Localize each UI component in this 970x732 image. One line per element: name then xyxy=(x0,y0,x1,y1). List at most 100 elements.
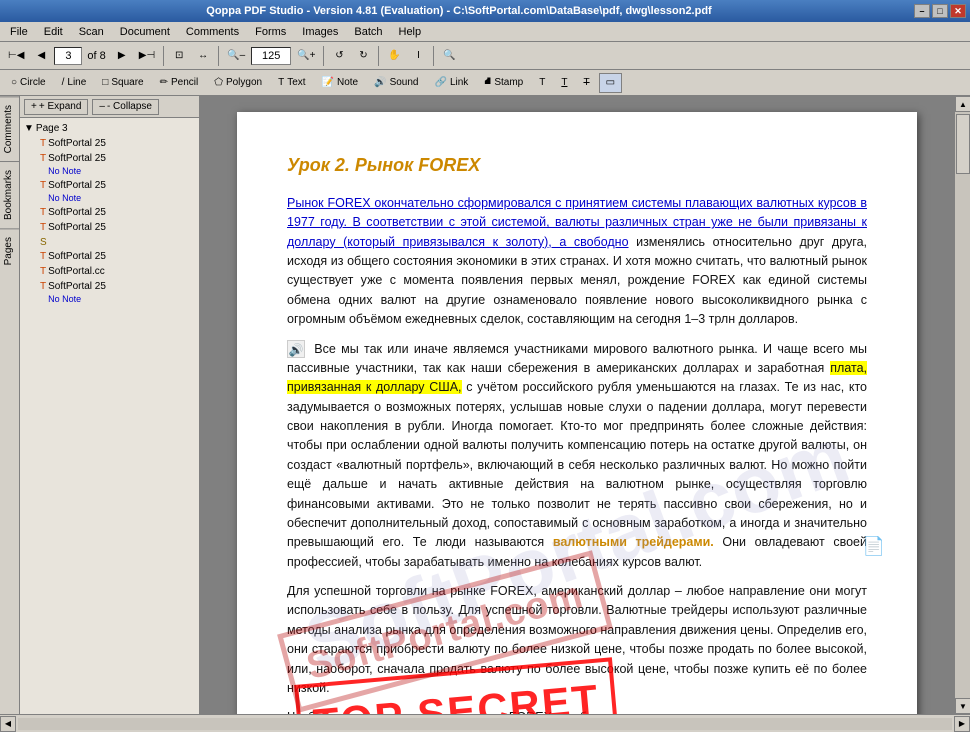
scroll-thumb[interactable] xyxy=(956,114,970,174)
search-button[interactable]: 🔍 xyxy=(438,45,460,67)
annotation-type-icon: T xyxy=(40,251,46,262)
panel-header: + + Expand – - Collapse xyxy=(20,96,199,118)
separator-1 xyxy=(163,46,164,66)
fit-width-button[interactable]: ↔ xyxy=(192,45,214,67)
annotation-type-icon: T xyxy=(40,266,46,277)
list-item[interactable]: T SoftPortal 25 xyxy=(40,206,195,219)
line-tool-button[interactable]: / Line xyxy=(55,73,94,93)
scroll-track[interactable] xyxy=(955,112,970,698)
orange-highlighted-text: валютными трейдерами. xyxy=(553,535,714,549)
stamp-tool-button[interactable]: ⛘ Stamp xyxy=(477,73,530,93)
list-item[interactable]: S xyxy=(40,236,195,248)
panel-tree: ▼ Page 3 T SoftPortal 25 T SoftPortal 25… xyxy=(20,118,199,714)
menu-item-scan[interactable]: Scan xyxy=(71,24,112,40)
hscroll-track[interactable] xyxy=(18,718,952,730)
zoom-out-button[interactable]: 🔍– xyxy=(223,45,249,67)
link-tool-button[interactable]: 🔗 Link xyxy=(427,73,475,93)
menu-bar: FileEditScanDocumentCommentsFormsImagesB… xyxy=(0,22,970,42)
separator-4 xyxy=(378,46,379,66)
menu-item-comments[interactable]: Comments xyxy=(178,24,247,40)
polygon-tool-button[interactable]: ⬠ Polygon xyxy=(207,73,269,93)
tree-page-label: Page 3 xyxy=(36,122,68,135)
list-item[interactable]: T SoftPortal 25 xyxy=(40,137,195,150)
menu-item-batch[interactable]: Batch xyxy=(346,24,390,40)
square-icon: □ xyxy=(102,77,108,88)
nav-prev-button[interactable]: ◀ xyxy=(30,45,52,67)
expand-button[interactable]: + + Expand xyxy=(24,99,88,115)
page-input[interactable]: 3 xyxy=(54,47,82,65)
zoom-in-button[interactable]: 🔍+ xyxy=(293,45,319,67)
annotation-note: No Note xyxy=(48,165,106,177)
pdf-page: SoftPortal.com Урок 2. Рынок FOREX Рынок… xyxy=(237,112,917,714)
text-style-2-button[interactable]: T xyxy=(554,73,574,93)
minimize-button[interactable]: – xyxy=(914,4,930,18)
nav-last-button[interactable]: ▶⊣ xyxy=(135,45,159,67)
text-style-1-button[interactable]: T xyxy=(532,73,552,93)
nav-first-button[interactable]: ⊢◀ xyxy=(4,45,28,67)
annotation-label: SoftPortal 25 xyxy=(48,152,106,165)
link-icon: 🔗 xyxy=(434,77,446,88)
annotation-type-icon: S xyxy=(40,237,47,248)
bookmarks-tab[interactable]: Bookmarks xyxy=(0,161,19,228)
annotation-toolbar: ○ Circle / Line □ Square ✏ Pencil ⬠ Poly… xyxy=(0,70,970,96)
side-tabs: Comments Bookmarks Pages xyxy=(0,96,20,714)
close-button[interactable]: ✕ xyxy=(950,4,966,18)
square-tool-button[interactable]: □ Square xyxy=(95,73,150,93)
text-tool-button[interactable]: T Text xyxy=(271,73,312,93)
annotation-type-icon: T xyxy=(40,222,46,233)
sound-annotation-icon: 🔊 xyxy=(287,340,305,358)
scroll-right-button[interactable]: ▶ xyxy=(954,716,970,732)
window-controls[interactable]: – □ ✕ xyxy=(914,4,966,18)
select-tool-button[interactable]: I xyxy=(407,45,429,67)
annotation-type-icon: T xyxy=(40,153,46,164)
scroll-up-button[interactable]: ▲ xyxy=(955,96,970,112)
menu-item-document[interactable]: Document xyxy=(112,24,178,40)
tree-page-node[interactable]: ▼ Page 3 xyxy=(24,122,195,135)
scroll-down-button[interactable]: ▼ xyxy=(955,698,970,714)
circle-tool-button[interactable]: ○ Circle xyxy=(4,73,53,93)
scroll-left-button[interactable]: ◀ xyxy=(0,716,16,732)
collapse-icon: – xyxy=(99,101,105,112)
separator-3 xyxy=(323,46,324,66)
text-style-3-button[interactable]: T xyxy=(576,73,596,93)
zoom-input[interactable]: 125 xyxy=(251,47,291,65)
annotation-label: SoftPortal 25 xyxy=(48,137,106,150)
note-tool-button[interactable]: 📝 Note xyxy=(315,73,366,93)
collapse-button[interactable]: – - Collapse xyxy=(92,99,159,115)
annotation-type-icon: T xyxy=(40,138,46,149)
highlight-tool-button[interactable]: ▭ xyxy=(599,73,622,93)
menu-item-file[interactable]: File xyxy=(2,24,36,40)
menu-item-forms[interactable]: Forms xyxy=(247,24,294,40)
fit-page-button[interactable]: ⊡ xyxy=(168,45,190,67)
paragraph-2: 🔊 Все мы так или иначе являемся участник… xyxy=(287,340,867,573)
rotate-right-button[interactable]: ↻ xyxy=(352,45,374,67)
list-item[interactable]: T SoftPortal 25 No Note xyxy=(40,280,195,305)
list-item[interactable]: T SoftPortal 25 No Note xyxy=(40,152,195,177)
sound-tool-button[interactable]: 🔊 Sound xyxy=(367,73,425,93)
note-icon: 📝 xyxy=(322,77,334,88)
nav-next-button[interactable]: ▶ xyxy=(111,45,133,67)
annotation-label: SoftPortal 25 xyxy=(48,250,106,263)
pdf-viewer[interactable]: SoftPortal.com Урок 2. Рынок FOREX Рынок… xyxy=(200,96,954,714)
expand-icon: + xyxy=(31,101,37,112)
hand-tool-button[interactable]: ✋ xyxy=(383,45,405,67)
comments-tab[interactable]: Comments xyxy=(0,96,19,161)
menu-item-help[interactable]: Help xyxy=(391,24,430,40)
maximize-button[interactable]: □ xyxy=(932,4,948,18)
menu-item-images[interactable]: Images xyxy=(294,24,346,40)
list-item[interactable]: T SoftPortal.cc xyxy=(40,265,195,278)
list-item[interactable]: T SoftPortal 25 No Note xyxy=(40,179,195,204)
annotation-label: SoftPortal 25 xyxy=(48,280,106,293)
list-item[interactable]: T SoftPortal 25 xyxy=(40,250,195,263)
list-item[interactable]: T SoftPortal 25 xyxy=(40,221,195,234)
annotation-type-icon: T xyxy=(40,207,46,218)
pages-tab[interactable]: Pages xyxy=(0,228,19,273)
window-title: Qoppa PDF Studio - Version 4.81 (Evaluat… xyxy=(4,5,914,17)
tree-expand-icon: ▼ xyxy=(24,123,34,134)
rotate-button[interactable]: ↺ xyxy=(328,45,350,67)
comments-panel: + + Expand – - Collapse ▼ Page 3 T SoftP… xyxy=(20,96,200,714)
pencil-tool-button[interactable]: ✏ Pencil xyxy=(153,73,206,93)
annotation-label: SoftPortal 25 xyxy=(48,179,106,192)
line-icon: / xyxy=(62,77,65,88)
menu-item-edit[interactable]: Edit xyxy=(36,24,71,40)
